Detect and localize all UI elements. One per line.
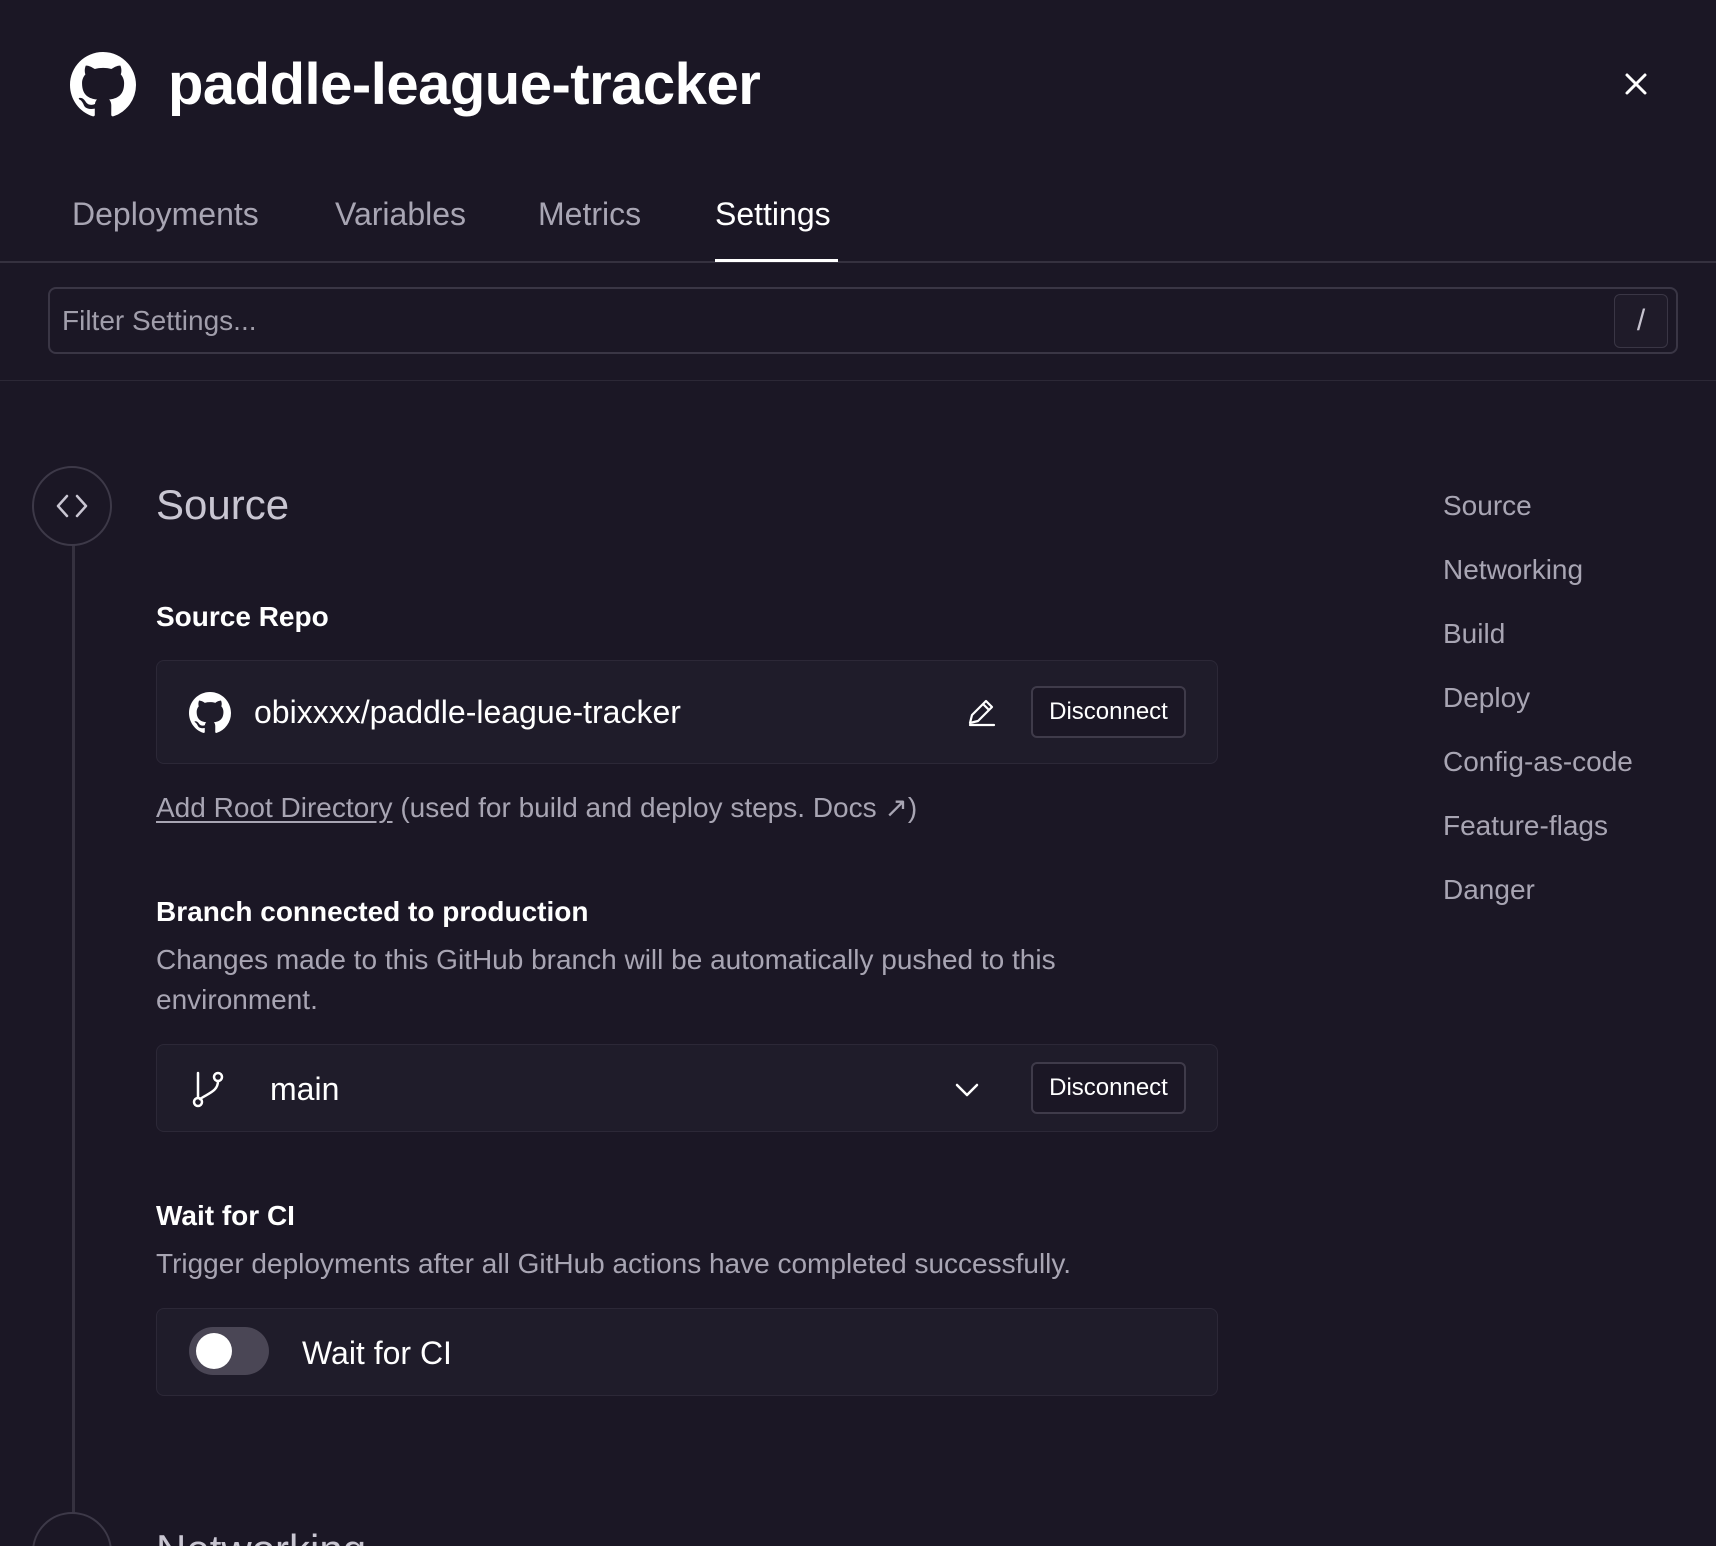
tab-settings[interactable]: Settings xyxy=(715,194,831,234)
section-title-source: Source xyxy=(156,481,290,528)
keyboard-shortcut-hint: / xyxy=(1614,294,1668,348)
nav-item-feature-flags[interactable]: Feature-flags xyxy=(1443,808,1608,844)
add-root-directory-link[interactable]: Add Root Directory xyxy=(156,792,393,823)
filter-settings-input[interactable] xyxy=(48,287,1678,354)
filter-bar: / xyxy=(0,265,1716,381)
github-icon xyxy=(70,52,136,117)
repo-name: obixxxx/paddle-league-tracker xyxy=(254,694,681,730)
git-branch-icon xyxy=(192,1071,224,1108)
nav-item-source[interactable]: Source xyxy=(1443,488,1532,524)
root-directory-note: (used for build and deploy steps. xyxy=(400,792,806,823)
service-settings-panel: paddle-league-tracker Deployments Variab… xyxy=(0,0,1716,1546)
branch-label: Branch connected to production xyxy=(156,896,589,927)
github-icon xyxy=(189,692,231,733)
pencil-icon[interactable] xyxy=(964,695,998,729)
wait-for-ci-toggle[interactable] xyxy=(189,1327,269,1375)
chevron-down-icon[interactable] xyxy=(952,1077,982,1101)
wait-for-ci-toggle-label: Wait for CI xyxy=(302,1335,452,1371)
tab-metrics[interactable]: Metrics xyxy=(538,194,641,234)
nav-item-danger[interactable]: Danger xyxy=(1443,872,1535,908)
tab-deployments[interactable]: Deployments xyxy=(72,194,259,234)
source-repo-label: Source Repo xyxy=(156,601,329,632)
docs-link[interactable]: Docs ↗ xyxy=(813,792,908,823)
wait-for-ci-label: Wait for CI xyxy=(156,1200,295,1231)
nav-item-build[interactable]: Build xyxy=(1443,616,1505,652)
timeline-line xyxy=(72,545,75,1515)
section-icon-networking xyxy=(32,1512,112,1546)
wait-for-ci-description: Trigger deployments after all GitHub act… xyxy=(156,1248,1072,1279)
section-title-networking: Networking xyxy=(156,1525,366,1546)
tab-variables[interactable]: Variables xyxy=(335,194,466,234)
panel-header: paddle-league-tracker xyxy=(0,0,1716,170)
root-directory-line: Add Root Directory (used for build and d… xyxy=(156,788,917,828)
tab-bar: Deployments Variables Metrics Settings xyxy=(0,170,1716,263)
branch-name: main xyxy=(270,1071,340,1107)
disconnect-branch-button[interactable]: Disconnect xyxy=(1031,1062,1186,1114)
active-tab-indicator xyxy=(715,259,838,262)
nav-item-deploy[interactable]: Deploy xyxy=(1443,680,1530,716)
branch-description: Changes made to this GitHub branch will … xyxy=(156,944,1056,1015)
section-icon-source xyxy=(32,466,112,546)
code-icon xyxy=(56,494,88,518)
toggle-knob xyxy=(196,1333,232,1369)
wait-for-ci-card: Wait for CI xyxy=(156,1308,1218,1396)
nav-item-config-as-code[interactable]: Config-as-code xyxy=(1443,744,1633,780)
page-title: paddle-league-tracker xyxy=(168,52,761,117)
close-icon[interactable] xyxy=(1618,66,1654,102)
disconnect-repo-button[interactable]: Disconnect xyxy=(1031,686,1186,738)
nav-item-networking[interactable]: Networking xyxy=(1443,552,1583,588)
source-repo-card: obixxxx/paddle-league-tracker Disconnect xyxy=(156,660,1218,764)
root-directory-note-end: ) xyxy=(907,792,918,823)
branch-select-card[interactable]: main Disconnect xyxy=(156,1044,1218,1132)
